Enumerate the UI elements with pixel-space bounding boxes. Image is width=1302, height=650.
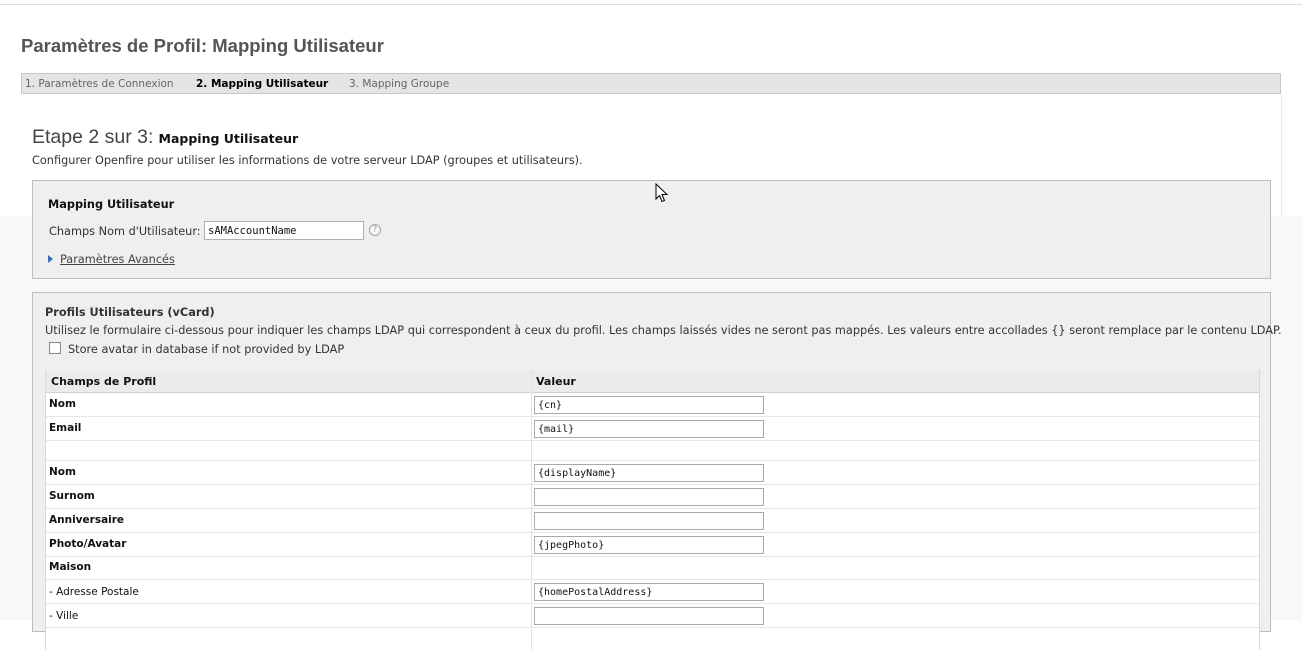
table-row: Email <box>46 417 1259 441</box>
step-user-mapping[interactable]: 2. Mapping Utilisateur <box>196 78 328 90</box>
page-title: Paramètres de Profil: Mapping Utilisateu… <box>21 35 384 56</box>
table-header: Champs de Profil Valeur <box>46 370 1259 393</box>
store-avatar-label: Store avatar in database if not provided… <box>68 343 345 356</box>
field-value-input[interactable] <box>534 512 764 530</box>
column-header-field: Champs de Profil <box>51 375 157 388</box>
user-mapping-title: Mapping Utilisateur <box>48 198 175 211</box>
field-label: Nom <box>49 398 76 410</box>
vcard-panel: Profils Utilisateurs (vCard) Utilisez le… <box>32 292 1282 650</box>
field-label: Maison <box>49 561 92 573</box>
store-avatar-checkbox[interactable] <box>49 342 61 354</box>
table-row: Nom <box>46 393 1259 417</box>
field-value-input[interactable] <box>534 607 764 625</box>
column-header-value: Valeur <box>536 375 576 388</box>
expand-arrow-icon[interactable] <box>48 255 53 263</box>
field-label: Surnom <box>49 490 95 502</box>
table-row: Surnom <box>46 485 1259 509</box>
step-heading: Etape 2 sur 3: Mapping Utilisateur <box>32 126 298 149</box>
content-border-right <box>1281 95 1282 216</box>
step-description: Configurer Openfire pour utiliser les in… <box>32 154 583 167</box>
wizard-steps: 1. Paramètres de Connexion 2. Mapping Ut… <box>21 73 1281 94</box>
table-row: - Ville <box>46 604 1259 628</box>
user-mapping-panel: Mapping Utilisateur Champs Nom d'Utilisa… <box>32 180 1271 279</box>
field-label: Photo/Avatar <box>49 538 127 550</box>
table-row: - Adresse Postale <box>46 580 1259 604</box>
mouse-cursor-icon <box>655 183 668 203</box>
step-connection-settings[interactable]: 1. Paramètres de Connexion <box>25 78 174 90</box>
field-value-input[interactable] <box>534 536 764 554</box>
username-field-label: Champs Nom d'Utilisateur: <box>49 225 201 238</box>
table-row: Nom <box>46 461 1259 485</box>
table-row-section: Maison <box>46 557 1259 580</box>
field-value-input[interactable] <box>534 583 764 601</box>
field-value-input[interactable] <box>534 464 764 482</box>
vcard-title: Profils Utilisateurs (vCard) <box>45 306 215 319</box>
field-value-input[interactable] <box>534 420 764 438</box>
field-label: Email <box>49 422 82 434</box>
table-row-spacer <box>46 441 1259 461</box>
field-value-input[interactable] <box>534 488 764 506</box>
top-divider <box>0 4 1302 5</box>
step-group-mapping[interactable]: 3. Mapping Groupe <box>349 78 449 90</box>
table-row: Photo/Avatar <box>46 533 1259 557</box>
help-icon[interactable]: ? <box>369 224 381 236</box>
step-heading-name: Mapping Utilisateur <box>158 131 299 146</box>
field-label: Nom <box>49 466 76 478</box>
field-label: Anniversaire <box>49 514 125 526</box>
table-row: Anniversaire <box>46 509 1259 533</box>
field-label: - Ville <box>49 610 79 622</box>
field-value-input[interactable] <box>534 396 764 414</box>
advanced-settings-link[interactable]: Paramètres Avancés <box>60 253 175 266</box>
step-heading-prefix: Etape 2 sur 3: <box>32 126 154 148</box>
vcard-description: Utilisez le formulaire ci-dessous pour i… <box>45 324 1282 337</box>
vcard-mapping-table: Champs de Profil Valeur Nom Email Nom Su… <box>45 370 1260 650</box>
username-field-input[interactable] <box>204 221 364 240</box>
field-label: - Adresse Postale <box>49 586 139 598</box>
